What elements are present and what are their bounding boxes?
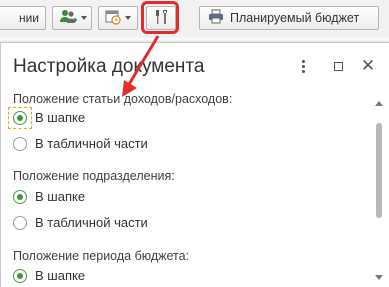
group-label-budget-period: Положение периода бюджета: — [13, 249, 190, 263]
group-label-department: Положение подразделения: — [13, 169, 175, 183]
radio-button-checked[interactable] — [13, 268, 27, 283]
radio-button-checked[interactable] — [13, 189, 27, 204]
chevron-down-icon — [125, 16, 131, 20]
vertical-scrollbar[interactable] — [372, 101, 386, 287]
radio-department-table[interactable]: В табличной части — [13, 215, 148, 230]
radio-button-checked[interactable] — [13, 110, 27, 125]
toolbar-button-partial-label: нии — [18, 11, 39, 25]
radio-label: В шапке — [35, 189, 86, 204]
radio-income-expense-table[interactable]: В табличной части — [13, 136, 148, 151]
radio-label: В табличной части — [35, 215, 148, 230]
chevron-down-icon — [81, 16, 87, 20]
more-options-icon[interactable] — [297, 57, 309, 75]
highlight-ring — [141, 1, 179, 34]
planned-budget-label: Планируемый бюджет — [230, 11, 360, 25]
group-label-income-expense: Положение статьи доходов/расходов: — [13, 92, 233, 106]
calendar-icon — [105, 9, 121, 28]
radio-button[interactable] — [13, 136, 27, 151]
radio-department-header[interactable]: В шапке — [13, 189, 85, 204]
scroll-down-icon[interactable] — [375, 275, 383, 280]
radio-label: В шапке — [35, 110, 86, 125]
maximize-icon[interactable] — [331, 57, 345, 75]
close-icon[interactable]: ✕ — [360, 56, 376, 75]
dialog-title: Настройка документа — [13, 56, 205, 77]
scroll-thumb[interactable] — [376, 123, 382, 218]
document-settings-dialog: Настройка документа ✕ Положение статьи д… — [0, 42, 389, 287]
scroll-up-icon[interactable] — [375, 101, 383, 106]
radio-button[interactable] — [13, 215, 27, 230]
toolbar: нии Планируемый бюджет — [0, 0, 389, 38]
radio-budget-period-header[interactable]: В шапке — [13, 268, 85, 283]
radio-label: В шапке — [35, 268, 86, 283]
radio-label: В табличной части — [35, 136, 148, 151]
users-icon — [59, 9, 77, 28]
users-dropdown-button[interactable] — [52, 6, 92, 30]
calendar-dropdown-button[interactable] — [98, 6, 138, 30]
radio-income-expense-header[interactable]: В шапке — [13, 110, 85, 125]
toolbar-button-partial[interactable]: нии — [0, 6, 46, 30]
printer-icon — [208, 9, 224, 27]
planned-budget-button[interactable]: Планируемый бюджет — [199, 6, 379, 30]
